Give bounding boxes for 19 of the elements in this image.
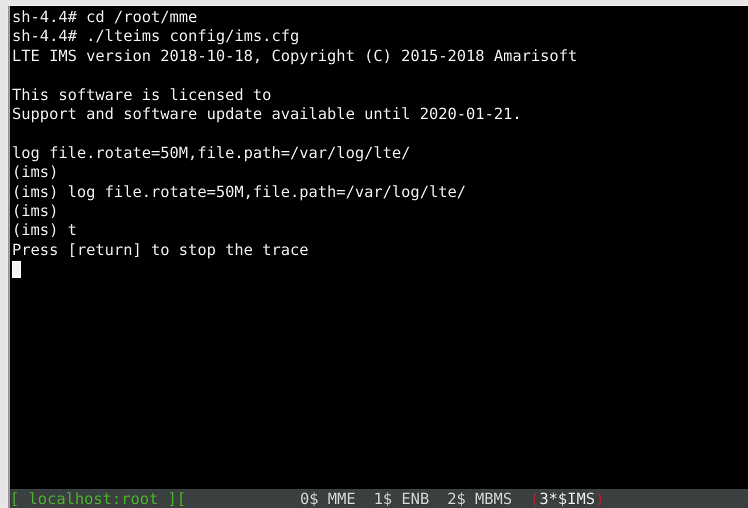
selection-mark: ( [530,490,540,508]
terminal-line: (ims) [12,202,60,222]
terminal-line: log file.rotate=50M,file.path=/var/log/lte/ [12,144,412,164]
window-tab[interactable]: 3*$IMS [539,490,595,508]
window-tab[interactable]: 1$ ENB [374,490,430,508]
terminal-line: sh-4.4# ./lteims config/ims.cfg [12,27,300,47]
host-label: [ localhost:root ][ [10,490,188,508]
selection-mark: ) [594,490,604,508]
terminal-line: Support and software update available until 2020-01-21. [12,104,523,124]
terminal-line: This software is licensed to [12,86,272,105]
text-cursor [12,261,21,278]
terminal-line: (ims) t [12,221,78,241]
terminal-line: (ims) log file.rotate=50M,file.path=/var/log/lte/ [12,182,468,202]
window-tab[interactable]: 2$ MBMS [447,490,512,508]
terminal-line: (ims) [12,163,60,183]
window-tab[interactable]: 0$ MME [300,490,356,508]
terminal-line: LTE IMS version 2018-10-18, Copyright (C) 2015-2018 Amarisoft [12,46,578,66]
terminal-line: sh-4.4# cd /root/mme [12,8,198,28]
terminal-line: Press [return] to stop the trace [12,240,310,260]
